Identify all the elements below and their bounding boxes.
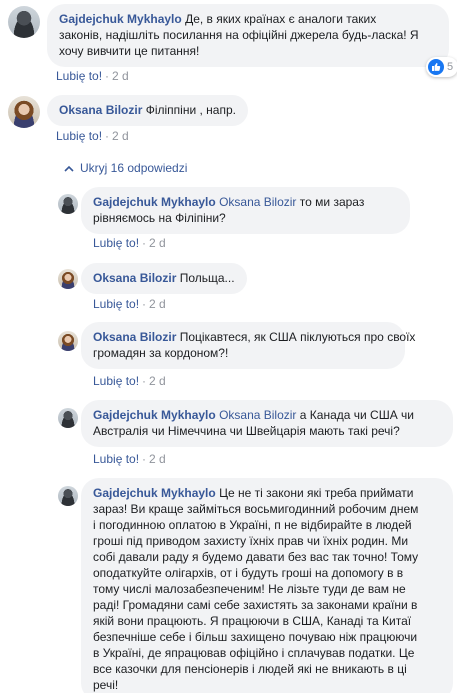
comment-text: законів, надішліть посилання на офіційні… xyxy=(59,28,419,42)
reply-author[interactable]: Oksana Bilozir xyxy=(93,330,176,344)
reply-text: в Україні, де япрацював офіційно і сплач… xyxy=(93,646,415,660)
reply-text: громадян за кордоном?! xyxy=(93,346,229,360)
chevron-up-icon xyxy=(64,161,74,175)
reply-text: Це не ті закони які треба приймати xyxy=(219,486,414,500)
reply-actions: Lubię to! · 2 d xyxy=(93,297,166,311)
reply-bubble: Oksana Bilozir Поцікавтеся, як США піклу… xyxy=(81,322,415,369)
like-link[interactable]: Lubię to! xyxy=(93,452,139,466)
reply-bubble: Gajdejchuk Mykhaylo Oksana Bilozir то ми… xyxy=(81,187,410,234)
comment-text: Де, в яких країнах є аналоги таких xyxy=(185,12,377,26)
timestamp[interactable]: 2 d xyxy=(112,69,129,83)
comment-actions: Lubię to! · 2 d xyxy=(56,129,129,143)
reply-text: оподаткуйте олігархів, от і будуть гроші… xyxy=(93,566,404,580)
comment-bubble: Oksana Bilozir Філіппіни , напр. xyxy=(47,95,248,126)
hide-replies-toggle[interactable]: Ukryj 16 odpowiedzi xyxy=(64,161,187,175)
like-link[interactable]: Lubię to! xyxy=(93,236,139,250)
avatar[interactable] xyxy=(8,6,40,38)
avatar[interactable] xyxy=(58,194,78,214)
reply-actions: Lubię to! · 2 d xyxy=(93,452,166,466)
reply-bubble: Gajdejchuk Mykhaylo Це не ті закони які … xyxy=(81,478,453,693)
timestamp[interactable]: 2 d xyxy=(149,297,166,311)
reply-text: безпечніше себе і більш захищено почуваю… xyxy=(93,630,418,644)
timestamp[interactable]: 2 d xyxy=(149,236,166,250)
reply-text: речі! xyxy=(93,678,119,692)
comment-text: Філіппіни , напр. xyxy=(145,103,236,117)
like-link[interactable]: Lubię to! xyxy=(93,297,139,311)
avatar[interactable] xyxy=(8,96,40,128)
timestamp[interactable]: 2 d xyxy=(112,129,129,143)
comment-text: хочу вивчити це питання! xyxy=(59,44,200,58)
avatar[interactable] xyxy=(58,269,78,289)
reply-text: зараз! Ви краще займіться восьмигодинний… xyxy=(93,502,419,516)
comment-author[interactable]: Gajdejchuk Mykhaylo xyxy=(59,12,182,26)
reply-text: Австралія чи Німеччина чи Швейцарія мают… xyxy=(93,424,400,438)
reply-text: а Канада чи США чи xyxy=(299,408,415,422)
reaction-count-value: 5 xyxy=(447,61,454,73)
comment-author[interactable]: Oksana Bilozir xyxy=(59,103,142,117)
like-link[interactable]: Lubię to! xyxy=(56,129,102,143)
mention-link[interactable]: Oksana Bilozir xyxy=(219,408,296,422)
comment-bubble: Gajdejchuk Mykhaylo Де, в яких країнах є… xyxy=(47,4,449,67)
like-reaction-icon xyxy=(428,59,444,75)
reply-text: раді! Громадяни самі себе захистять за з… xyxy=(93,598,418,612)
reply-text: собі давали раду я будемо давати без вас… xyxy=(93,550,419,564)
reply-text: Польща... xyxy=(179,271,235,285)
like-link[interactable]: Lubię to! xyxy=(56,69,102,83)
mention-link[interactable]: Oksana Bilozir xyxy=(219,195,296,209)
reaction-count[interactable]: 5 xyxy=(426,57,457,77)
reply-text: і погодинною оплатою в Україні, п не від… xyxy=(93,518,412,532)
avatar[interactable] xyxy=(58,486,78,506)
timestamp[interactable]: 2 d xyxy=(149,452,166,466)
comment-actions: Lubię to! · 2 d xyxy=(56,69,129,83)
reply-text: то ми зараз xyxy=(299,195,365,209)
reply-text: Поцікавтеся, як США піклуються про своїх xyxy=(179,330,416,344)
reply-text: тому числі малозабезпеченим! Не лізьте т… xyxy=(93,582,406,596)
reply-author[interactable]: Gajdejchuk Mykhaylo xyxy=(93,486,216,500)
reply-text: якій вони працюють. Я працюючи в США, Ка… xyxy=(93,614,412,628)
reply-bubble: Gajdejchuk Mykhaylo Oksana Bilozir а Кан… xyxy=(81,400,453,447)
reply-bubble: Oksana Bilozir Польща... xyxy=(81,263,247,294)
reply-text: все казочки для пенсіонерів і людей які … xyxy=(93,662,407,676)
like-link[interactable]: Lubię to! xyxy=(93,374,139,388)
reply-author[interactable]: Oksana Bilozir xyxy=(93,271,176,285)
avatar[interactable] xyxy=(58,331,78,351)
hide-replies-label: Ukryj 16 odpowiedzi xyxy=(80,161,188,175)
timestamp[interactable]: 2 d xyxy=(149,374,166,388)
reply-actions: Lubię to! · 2 d xyxy=(93,374,166,388)
reply-text: гроші під приводом захисту їхніх прав чи… xyxy=(93,534,409,548)
reply-author[interactable]: Gajdejchuk Mykhaylo xyxy=(93,195,216,209)
reply-text: рівняємось на Філіпіни? xyxy=(93,211,226,225)
avatar[interactable] xyxy=(58,408,78,428)
reply-actions: Lubię to! · 2 d xyxy=(93,236,166,250)
reply-author[interactable]: Gajdejchuk Mykhaylo xyxy=(93,408,216,422)
